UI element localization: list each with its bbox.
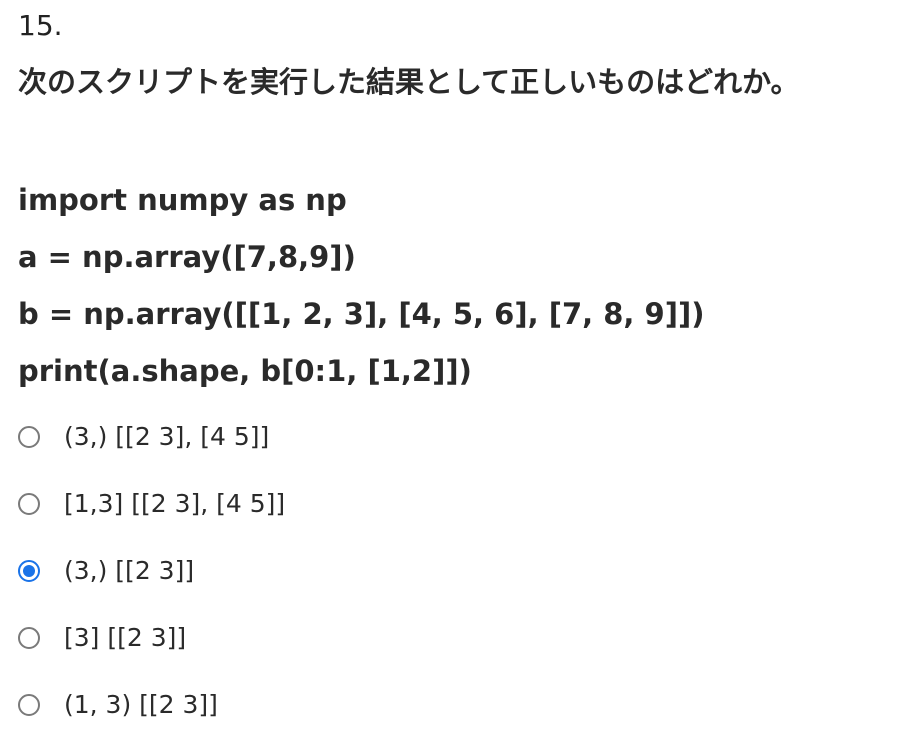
radio-button[interactable] [18, 492, 40, 515]
code-line: b = np.array([[1, 2, 3], [4, 5, 6], [7, … [18, 297, 705, 331]
answer-option-3[interactable]: (3,) [[2 3]] [18, 537, 285, 604]
radio-button[interactable] [18, 559, 40, 582]
option-label: (1, 3) [[2 3]] [64, 689, 218, 719]
answer-option-1[interactable]: (3,) [[2 3], [4 5]] [18, 403, 285, 470]
code-block: import numpy as np a = np.array([7,8,9])… [18, 172, 704, 400]
option-label: [3] [[2 3]] [64, 622, 187, 652]
answer-option-4[interactable]: [3] [[2 3]] [18, 604, 285, 671]
question-number: 15. [18, 9, 63, 42]
code-line: print(a.shape, b[0:1, [1,2]]) [18, 354, 472, 388]
answer-option-5[interactable]: (1, 3) [[2 3]] [18, 671, 285, 738]
answer-options: (3,) [[2 3], [4 5]] [1,3] [[2 3], [4 5]]… [18, 403, 285, 738]
code-line: import numpy as np [18, 183, 347, 217]
option-label: [1,3] [[2 3], [4 5]] [64, 488, 286, 518]
question-text: 次のスクリプトを実行した結果として正しいものはどれか。 [18, 65, 800, 99]
radio-button[interactable] [18, 626, 40, 649]
radio-button[interactable] [18, 693, 40, 716]
option-label: (3,) [[2 3], [4 5]] [64, 421, 270, 451]
option-label: (3,) [[2 3]] [64, 555, 195, 585]
answer-option-2[interactable]: [1,3] [[2 3], [4 5]] [18, 470, 285, 537]
radio-button[interactable] [18, 425, 40, 448]
code-line: a = np.array([7,8,9]) [18, 240, 356, 274]
